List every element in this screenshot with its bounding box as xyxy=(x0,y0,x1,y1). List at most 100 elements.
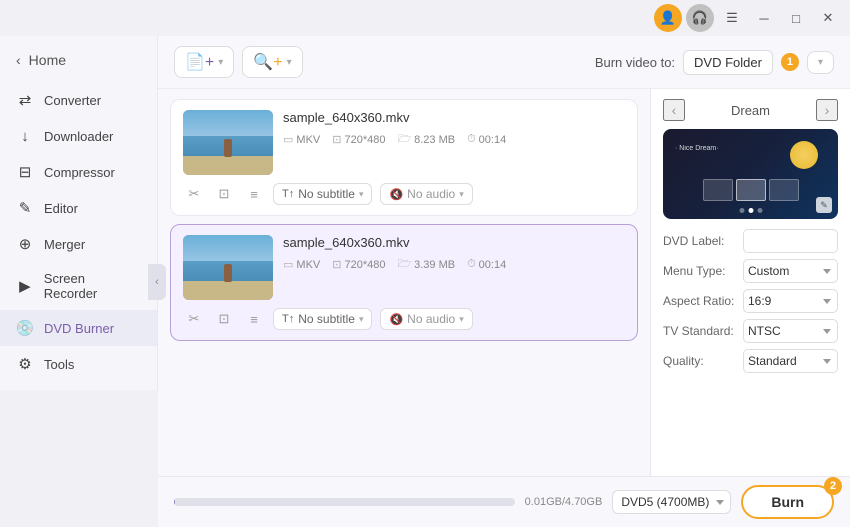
file-name: sample_640x360.mkv xyxy=(283,110,625,125)
settings-grid: DVD Label: Menu Type: Custom None Basic … xyxy=(663,229,838,373)
menu-type-row: Menu Type: Custom None Basic xyxy=(663,259,838,283)
file-info: sample_640x360.mkv ▭ MKV ⊡ 720*480 xyxy=(283,110,625,149)
file-card: sample_640x360.mkv ▭ MKV ⊡ 720*480 xyxy=(170,99,638,216)
sidebar-wrap: ‹ Home ⇄ Converter ↓ Downloader ⊟ Compre… xyxy=(0,36,158,527)
right-panel: ‹ Dream › · Nice Dream· xyxy=(650,89,850,476)
disc-select[interactable]: DVD5 (4700MB) DVD9 (8500MB) xyxy=(612,490,731,514)
theme-dot-2 xyxy=(748,208,753,213)
subtitle-value-2: No subtitle xyxy=(298,312,355,326)
dvd-label-label: DVD Label: xyxy=(663,234,724,248)
toolbar: 📄+ ▾ 🔍+ ▾ Burn video to: DVD Folder 1 ▾ xyxy=(158,36,850,89)
file-duration: ⏱ 00:14 xyxy=(467,133,506,146)
effects-icon-2[interactable]: ≡ xyxy=(243,308,265,330)
file-card-bottom: ✂ ⊡ ≡ T↑ No subtitle ▾ 🔇 No audio ▾ xyxy=(183,183,625,205)
effects-icon[interactable]: ≡ xyxy=(243,183,265,205)
crop-icon-2[interactable]: ⊡ xyxy=(213,308,235,330)
progress-bar xyxy=(174,498,515,506)
sidebar-item-dvd-burner[interactable]: 💿 DVD Burner xyxy=(0,310,157,346)
dropdown-icon: ▾ xyxy=(818,57,823,68)
sidebar-item-label: Downloader xyxy=(44,129,113,144)
theme-prev-button[interactable]: ‹ xyxy=(663,99,685,121)
editor-icon: ✎ xyxy=(16,199,34,217)
sidebar-item-label: Editor xyxy=(44,201,78,216)
aspect-ratio-select[interactable]: 16:9 4:3 xyxy=(743,289,838,313)
add-folder-button[interactable]: 🔍+ ▾ xyxy=(242,46,302,78)
file-meta: ▭ MKV ⊡ 720*480 🗁 8.23 MB xyxy=(283,130,625,149)
progress-bar-fill xyxy=(174,498,175,506)
sidebar-item-compressor[interactable]: ⊟ Compressor xyxy=(0,154,157,190)
quality-select[interactable]: Standard High Low xyxy=(743,349,838,373)
resolution-icon-2: ⊡ xyxy=(332,258,341,271)
file-name-2: sample_640x360.mkv xyxy=(283,235,625,250)
duration-icon: ⏱ xyxy=(467,133,476,146)
compressor-icon: ⊟ xyxy=(16,163,34,181)
audio-select-2[interactable]: 🔇 No audio ▾ xyxy=(380,308,472,330)
subtitle-select-2[interactable]: T↑ No subtitle ▾ xyxy=(273,308,372,330)
tv-standard-label: TV Standard: xyxy=(663,324,734,338)
cut-icon[interactable]: ✂ xyxy=(183,183,205,205)
duration-icon-2: ⏱ xyxy=(467,258,476,271)
file-size: 🗁 8.23 MB xyxy=(397,130,455,149)
menu-type-label: Menu Type: xyxy=(663,264,725,278)
audio-select[interactable]: 🔇 No audio ▾ xyxy=(380,183,472,205)
subtitle-icon-2: T↑ xyxy=(282,313,294,325)
subtitle-icon: T↑ xyxy=(282,188,294,200)
sidebar-item-label: Converter xyxy=(44,93,101,108)
menu-button[interactable]: ☰ xyxy=(718,4,746,32)
file-meta-2: ▭ MKV ⊡ 720*480 🗁 3.39 MB xyxy=(283,255,625,274)
content-area: 📄+ ▾ 🔍+ ▾ Burn video to: DVD Folder 1 ▾ xyxy=(158,36,850,527)
subtitle-select[interactable]: T↑ No subtitle ▾ xyxy=(273,183,372,205)
file-thumbnail-2 xyxy=(183,235,273,300)
sidebar-item-downloader[interactable]: ↓ Downloader xyxy=(0,118,157,154)
quality-row: Quality: Standard High Low xyxy=(663,349,838,373)
aspect-ratio-label: Aspect Ratio: xyxy=(663,294,734,308)
crop-icon[interactable]: ⊡ xyxy=(213,183,235,205)
menu-type-select[interactable]: Custom None Basic xyxy=(743,259,838,283)
audio-chevron: ▾ xyxy=(459,189,464,200)
theme-edit-button[interactable]: ✎ xyxy=(816,197,832,213)
app-body: ‹ Home ⇄ Converter ↓ Downloader ⊟ Compre… xyxy=(0,36,850,527)
add-folder-chevron: ▾ xyxy=(287,57,292,68)
burn-button[interactable]: Burn xyxy=(741,485,834,519)
sidebar-item-converter[interactable]: ⇄ Converter xyxy=(0,82,157,118)
progress-text: 0.01GB/4.70GB xyxy=(525,496,603,508)
subtitle-chevron: ▾ xyxy=(359,189,364,200)
sidebar-item-label: Screen Recorder xyxy=(44,271,141,301)
burn-folder-dropdown[interactable]: ▾ xyxy=(807,51,834,74)
bottom-bar: 0.01GB/4.70GB DVD5 (4700MB) DVD9 (8500MB… xyxy=(158,476,850,527)
file-card-selected: sample_640x360.mkv ▭ MKV ⊡ 720*480 xyxy=(170,224,638,341)
add-video-button[interactable]: 📄+ ▾ xyxy=(174,46,234,78)
burn-folder-button[interactable]: DVD Folder xyxy=(683,50,773,75)
resolution-icon: ⊡ xyxy=(332,133,341,146)
file-list: sample_640x360.mkv ▭ MKV ⊡ 720*480 xyxy=(158,89,650,476)
theme-dot-1 xyxy=(739,208,744,213)
merger-icon: ⊕ xyxy=(16,235,34,253)
theme-frames xyxy=(703,179,799,201)
audio-icon-2: 🔇 xyxy=(389,313,403,326)
dvd-label-input[interactable] xyxy=(743,229,838,253)
tv-standard-select[interactable]: NTSC PAL xyxy=(743,319,838,343)
file-thumbnail xyxy=(183,110,273,175)
main-panel: sample_640x360.mkv ▭ MKV ⊡ 720*480 xyxy=(158,89,850,476)
theme-next-button[interactable]: › xyxy=(816,99,838,121)
close-button[interactable]: ✕ xyxy=(814,4,842,32)
sidebar-item-editor[interactable]: ✎ Editor xyxy=(0,190,157,226)
add-video-icon: 📄+ xyxy=(185,52,214,72)
size-icon-2: 🗁 xyxy=(397,255,411,274)
sidebar-item-label: Compressor xyxy=(44,165,115,180)
thumb-image-2 xyxy=(183,235,273,300)
file-card-bottom-2: ✂ ⊡ ≡ T↑ No subtitle ▾ 🔇 No audio ▾ xyxy=(183,308,625,330)
sidebar-home[interactable]: ‹ Home xyxy=(0,44,157,76)
thumb-image xyxy=(183,110,273,175)
file-card-top: sample_640x360.mkv ▭ MKV ⊡ 720*480 xyxy=(183,110,625,175)
cut-icon-2[interactable]: ✂ xyxy=(183,308,205,330)
audio-chevron-2: ▾ xyxy=(459,314,464,325)
sidebar-item-screen-recorder[interactable]: ▶ Screen Recorder xyxy=(0,262,157,310)
sidebar-item-merger[interactable]: ⊕ Merger xyxy=(0,226,157,262)
maximize-button[interactable]: □ xyxy=(782,4,810,32)
theme-text: · Nice Dream· xyxy=(675,145,719,152)
sidebar-item-label: Tools xyxy=(44,357,74,372)
sidebar-item-tools[interactable]: ⚙ Tools xyxy=(0,346,157,382)
sidebar-collapse-button[interactable]: ‹ xyxy=(148,264,166,300)
minimize-button[interactable]: ─ xyxy=(750,4,778,32)
